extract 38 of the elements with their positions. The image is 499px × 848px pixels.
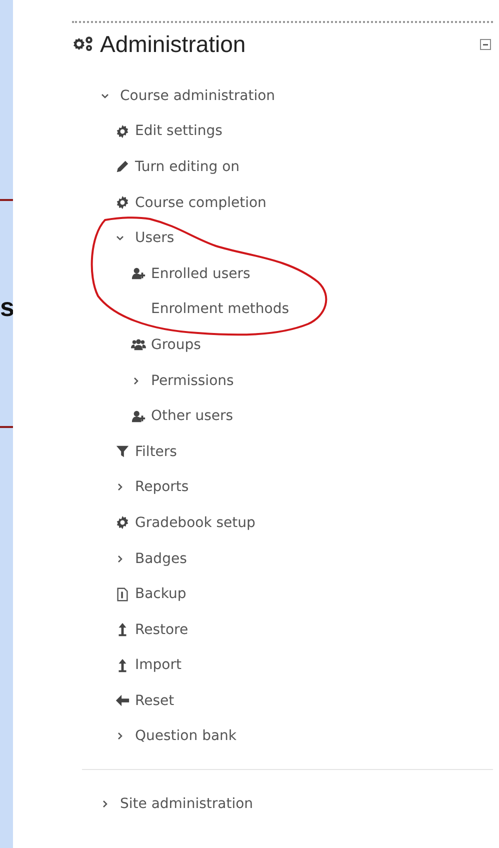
menu-link[interactable]: Groups	[151, 336, 201, 353]
user-plus-icon	[131, 408, 146, 424]
menu-link[interactable]: Enrolled users	[151, 266, 250, 282]
menu-link[interactable]: Turn editing on	[135, 158, 240, 175]
chevron-right-icon[interactable]	[115, 482, 125, 492]
menu-link[interactable]: Other users	[151, 408, 234, 424]
users-icon	[131, 337, 146, 352]
menu-link[interactable]: Badges	[135, 550, 187, 567]
menu-link[interactable]: Course administration	[120, 88, 276, 104]
menu-link[interactable]: Backup	[135, 586, 186, 602]
filter-icon	[115, 444, 130, 460]
gear-icon	[115, 195, 130, 210]
menu-link[interactable]: Users	[135, 230, 174, 246]
collapse-icon[interactable]	[480, 38, 491, 50]
menu-link[interactable]: Gradebook setup	[135, 514, 256, 531]
menu-link[interactable]: Question bank	[135, 728, 237, 744]
gear-icon	[115, 124, 130, 139]
user-plus-icon	[131, 266, 146, 282]
menu-link[interactable]: Import	[135, 657, 182, 674]
chevron-right-icon[interactable]	[100, 799, 110, 810]
document-icon	[115, 586, 130, 602]
menu-link[interactable]: Reports	[135, 479, 189, 496]
cogs-icon	[72, 35, 94, 53]
pencil-icon	[115, 159, 130, 174]
menu-link[interactable]: Edit settings	[135, 123, 222, 140]
gear-icon	[115, 515, 130, 530]
menu-link[interactable]: Restore	[135, 622, 188, 638]
chevron-right-icon[interactable]	[131, 376, 141, 386]
menu-link[interactable]: Permissions	[151, 372, 234, 389]
menu-link[interactable]: Enrolment methods	[151, 301, 290, 318]
block-title: Administration	[100, 30, 246, 58]
menu-link[interactable]: Filters	[135, 444, 177, 460]
left-arrow-icon	[115, 693, 130, 708]
chevron-right-icon[interactable]	[115, 731, 125, 742]
chevron-right-icon[interactable]	[115, 554, 125, 564]
menu-link[interactable]: Site administration	[120, 796, 254, 812]
menu-link[interactable]: Reset	[135, 692, 174, 709]
menu-link[interactable]: Course completion	[135, 194, 266, 211]
